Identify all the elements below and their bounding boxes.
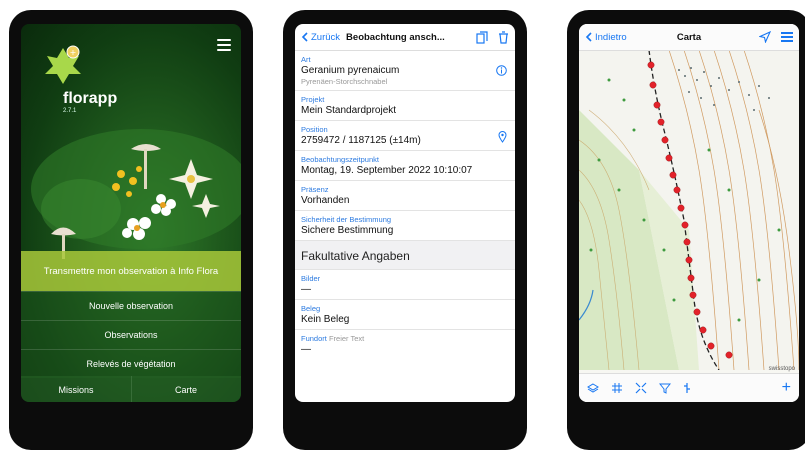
- field-certainty[interactable]: Sicherheit der Bestimmung Sichere Bestim…: [295, 211, 515, 241]
- section-header: Fakultative Angaben: [295, 241, 515, 270]
- field-label: Beobachtungszeitpunkt: [301, 155, 379, 164]
- field-label: Präsenz: [301, 185, 329, 194]
- field-value: Vorhanden: [301, 195, 350, 206]
- field-label: Sicherheit der Bestimmung: [301, 215, 392, 224]
- field-value: Mein Standardprojekt: [301, 105, 397, 116]
- field-presence[interactable]: Präsenz Vorhanden: [295, 181, 515, 211]
- info-icon[interactable]: [496, 65, 507, 76]
- copy-icon[interactable]: [476, 30, 488, 44]
- field-value: —: [301, 284, 311, 295]
- map-button[interactable]: Carte: [131, 376, 241, 402]
- field-projekt[interactable]: Projekt Mein Standardprojekt: [295, 91, 515, 121]
- field-position[interactable]: Position 2759472 / 1187125 (±14m): [295, 121, 515, 151]
- observation-screen: Zurück Beobachtung ansch... Art Geranium…: [295, 24, 515, 402]
- field-value: Geranium pyrenaicum: [301, 65, 400, 76]
- observations-button[interactable]: Observations: [21, 320, 241, 349]
- florapp-logo-icon: +: [45, 45, 81, 84]
- flower-illustration: [31, 129, 241, 259]
- pin-icon[interactable]: [683, 382, 691, 394]
- field-label: Projekt: [301, 95, 325, 104]
- filter-icon[interactable]: [659, 382, 671, 394]
- field-value: 2759472 / 1187125 (±14m): [301, 135, 421, 146]
- nav-bar: Carta Indietro: [579, 24, 799, 51]
- topographic-map[interactable]: [579, 50, 799, 370]
- map-attribution: swisstopo: [768, 366, 795, 372]
- collapse-icon[interactable]: [635, 382, 647, 394]
- trash-icon[interactable]: [498, 30, 509, 44]
- back-button[interactable]: Indietro: [585, 32, 627, 43]
- app-name: florapp: [63, 90, 118, 107]
- hamburger-menu-icon[interactable]: [781, 30, 793, 44]
- back-button[interactable]: Zurück: [301, 32, 340, 43]
- phone-map: Carta Indietro swisstopo +: [567, 10, 805, 450]
- location-arrow-icon[interactable]: [759, 31, 771, 43]
- field-label: Art: [301, 55, 311, 64]
- field-label: Position: [301, 125, 328, 134]
- field-sub: Pyrenäen-Storchschnabel: [301, 77, 388, 86]
- field-art[interactable]: Art Geranium pyrenaicum Pyrenäen-Storchs…: [295, 51, 515, 91]
- svg-text:+: +: [70, 48, 77, 57]
- back-label: Indietro: [595, 31, 627, 43]
- field-site[interactable]: Fundort Freier Text —: [295, 330, 515, 359]
- field-value: Montag, 19. September 2022 10:10:07: [301, 165, 473, 176]
- back-label: Zurück: [311, 31, 341, 43]
- chevron-left-icon: [301, 32, 308, 42]
- field-value: Sichere Bestimmung: [301, 225, 394, 236]
- hamburger-menu-icon[interactable]: [217, 36, 231, 54]
- field-voucher[interactable]: Beleg Kein Beleg: [295, 300, 515, 330]
- field-label: Fundort: [301, 334, 327, 343]
- field-images[interactable]: Bilder —: [295, 270, 515, 300]
- field-hint: Freier Text: [328, 334, 365, 343]
- phone-observation-detail: Zurück Beobachtung ansch... Art Geranium…: [283, 10, 527, 450]
- page-title: Beobachtung ansch...: [346, 31, 445, 43]
- field-value: —: [301, 344, 311, 355]
- chevron-left-icon: [585, 32, 592, 42]
- new-observation-button[interactable]: Nouvelle observation: [21, 291, 241, 320]
- field-value: Kein Beleg: [301, 314, 350, 325]
- field-timestamp[interactable]: Beobachtungszeitpunkt Montag, 19. Septem…: [295, 151, 515, 181]
- app-version: 2.7.1: [63, 108, 77, 114]
- vegetation-surveys-button[interactable]: Relevés de végétation: [21, 349, 241, 378]
- location-pin-icon[interactable]: [498, 131, 507, 143]
- missions-button[interactable]: Missions: [21, 376, 132, 402]
- submit-observation-button[interactable]: Transmettre mon observation à Info Flora: [21, 251, 241, 291]
- grid-icon[interactable]: [611, 382, 623, 394]
- map-screen: Carta Indietro swisstopo +: [579, 24, 799, 402]
- phone-florapp-home: + florapp 2.7.1 Transmettre mon observat…: [9, 10, 253, 450]
- field-label: Beleg: [301, 304, 321, 313]
- add-icon[interactable]: +: [782, 379, 791, 397]
- layers-icon[interactable]: [587, 382, 599, 394]
- home-screen: + florapp 2.7.1 Transmettre mon observat…: [21, 24, 241, 402]
- nav-bar: Zurück Beobachtung ansch...: [295, 24, 515, 51]
- field-label: Bilder: [301, 274, 321, 283]
- map-toolbar: +: [579, 373, 799, 402]
